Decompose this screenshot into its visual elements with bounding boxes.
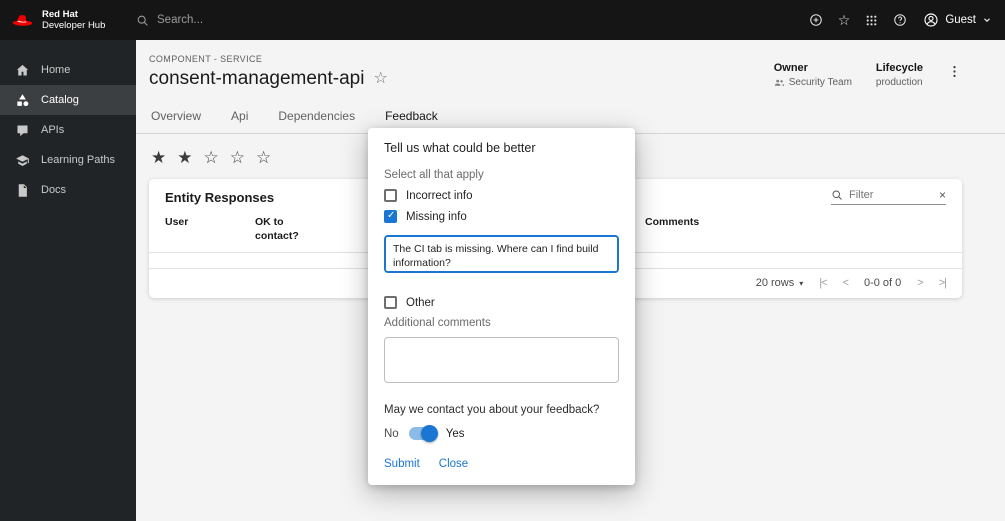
missing-info-detail-textarea[interactable] <box>384 235 619 273</box>
filter-search-icon <box>831 189 843 201</box>
next-page-button[interactable]: > <box>917 277 922 289</box>
first-page-button[interactable]: |< <box>819 277 826 289</box>
sidebar-item-catalog[interactable]: Catalog <box>0 85 136 115</box>
checkbox-checked-icon <box>384 210 397 223</box>
help-icon[interactable] <box>893 13 907 27</box>
create-icon[interactable] <box>809 13 823 27</box>
favorite-star-icon[interactable]: ☆ <box>373 71 387 87</box>
page-title: consent-management-api <box>149 68 364 90</box>
contact-question: May we contact you about your feedback? <box>384 404 619 416</box>
owner-label: Owner <box>774 62 852 74</box>
rows-per-page-select[interactable]: 20 rows ▾ <box>756 277 804 289</box>
catalog-icon <box>15 93 30 108</box>
rating-star-4-outline[interactable]: ☆ <box>230 149 245 166</box>
tab-overview[interactable]: Overview <box>149 103 203 134</box>
checkbox-label: Incorrect info <box>406 190 472 202</box>
rating-star-5-outline[interactable]: ☆ <box>256 149 271 166</box>
kebab-menu-icon[interactable] <box>947 64 962 79</box>
toggle-knob <box>421 425 438 442</box>
close-button[interactable]: Close <box>439 458 468 470</box>
sidebar-item-label: APIs <box>41 124 64 136</box>
sidebar-item-label: Catalog <box>41 94 79 106</box>
user-menu[interactable]: Guest <box>923 12 992 28</box>
starred-items-icon[interactable]: ☆ <box>838 13 851 27</box>
brand-line1: Red Hat <box>42 9 105 20</box>
rows-per-page-value: 20 rows <box>756 277 795 289</box>
breadcrumb: COMPONENT - SERVICE <box>149 54 388 64</box>
sidebar-item-learning-paths[interactable]: Learning Paths <box>0 145 136 175</box>
apis-icon <box>15 123 30 138</box>
filter-input[interactable] <box>849 189 933 201</box>
page-header: COMPONENT - SERVICE consent-management-a… <box>136 40 1005 90</box>
rating-star-2-filled[interactable]: ★ <box>177 149 192 166</box>
lifecycle-value: production <box>876 77 923 88</box>
checkbox-other[interactable]: Other <box>384 296 619 309</box>
column-header-comments[interactable]: Comments <box>645 216 946 243</box>
prev-page-button[interactable]: < <box>843 277 848 289</box>
sidebar-item-docs[interactable]: Docs <box>0 175 136 205</box>
checkbox-incorrect-info[interactable]: Incorrect info <box>384 189 619 202</box>
home-icon <box>15 63 30 78</box>
sidebar-item-label: Docs <box>41 184 66 196</box>
chevron-down-icon <box>982 15 992 25</box>
column-header-ok-to-contact[interactable]: OK to contact? <box>255 216 307 243</box>
top-icon-group: ☆ <box>809 13 908 27</box>
contact-toggle-row: No Yes <box>384 427 619 440</box>
global-search[interactable]: Search... <box>136 14 809 27</box>
pagination-range: 0-0 of 0 <box>864 277 901 289</box>
user-name: Guest <box>945 14 976 26</box>
owner-value[interactable]: Security Team <box>789 77 852 88</box>
learning-paths-icon <box>15 153 30 168</box>
search-icon <box>136 14 149 27</box>
rating-star-1-filled[interactable]: ★ <box>151 149 166 166</box>
modal-subtitle: Select all that apply <box>384 169 619 181</box>
sidebar-item-home[interactable]: Home <box>0 55 136 85</box>
sidebar-item-apis[interactable]: APIs <box>0 115 136 145</box>
avatar-icon <box>923 12 939 28</box>
contact-toggle[interactable] <box>409 427 436 440</box>
column-header-user[interactable]: User <box>165 216 255 243</box>
additional-comments-label: Additional comments <box>384 317 619 329</box>
sidebar: Home Catalog APIs Learning Paths Docs <box>0 40 136 521</box>
filter-box[interactable]: × <box>831 189 946 205</box>
apps-icon[interactable] <box>865 14 878 27</box>
search-placeholder: Search... <box>157 14 203 26</box>
tab-dependencies[interactable]: Dependencies <box>276 103 357 134</box>
feedback-options: Incorrect info Missing info Other <box>384 189 619 309</box>
toggle-yes-label: Yes <box>446 428 465 440</box>
brand-logo[interactable]: Red Hat Developer Hub <box>0 9 136 32</box>
toggle-no-label: No <box>384 428 399 440</box>
tab-api[interactable]: Api <box>229 103 250 134</box>
checkbox-unchecked-icon <box>384 296 397 309</box>
top-bar: Red Hat Developer Hub Search... ☆ Guest <box>0 0 1005 40</box>
feedback-modal: Tell us what could be better Select all … <box>368 128 635 485</box>
checkbox-label: Missing info <box>406 211 467 223</box>
group-icon <box>774 77 785 88</box>
card-title: Entity Responses <box>165 190 274 205</box>
caret-down-icon: ▾ <box>799 279 803 288</box>
checkbox-label: Other <box>406 297 435 309</box>
additional-comments-textarea[interactable] <box>384 337 619 383</box>
modal-title: Tell us what could be better <box>384 141 619 155</box>
clear-filter-icon[interactable]: × <box>939 189 946 201</box>
checkbox-missing-info[interactable]: Missing info <box>384 210 619 223</box>
brand-line2: Developer Hub <box>42 20 105 31</box>
lifecycle-block: Lifecycle production <box>876 62 923 88</box>
owner-block: Owner Security Team <box>774 62 852 88</box>
sidebar-item-label: Home <box>41 64 70 76</box>
sidebar-item-label: Learning Paths <box>41 154 115 166</box>
rating-star-3-outline[interactable]: ☆ <box>204 149 219 166</box>
last-page-button[interactable]: >| <box>939 277 946 289</box>
lifecycle-label: Lifecycle <box>876 62 923 74</box>
docs-icon <box>15 183 30 198</box>
submit-button[interactable]: Submit <box>384 458 420 470</box>
red-hat-logo-icon <box>11 12 34 28</box>
header-meta: Owner Security Team Lifecycle production <box>774 54 962 88</box>
brand-text: Red Hat Developer Hub <box>42 9 105 32</box>
checkbox-unchecked-icon <box>384 189 397 202</box>
